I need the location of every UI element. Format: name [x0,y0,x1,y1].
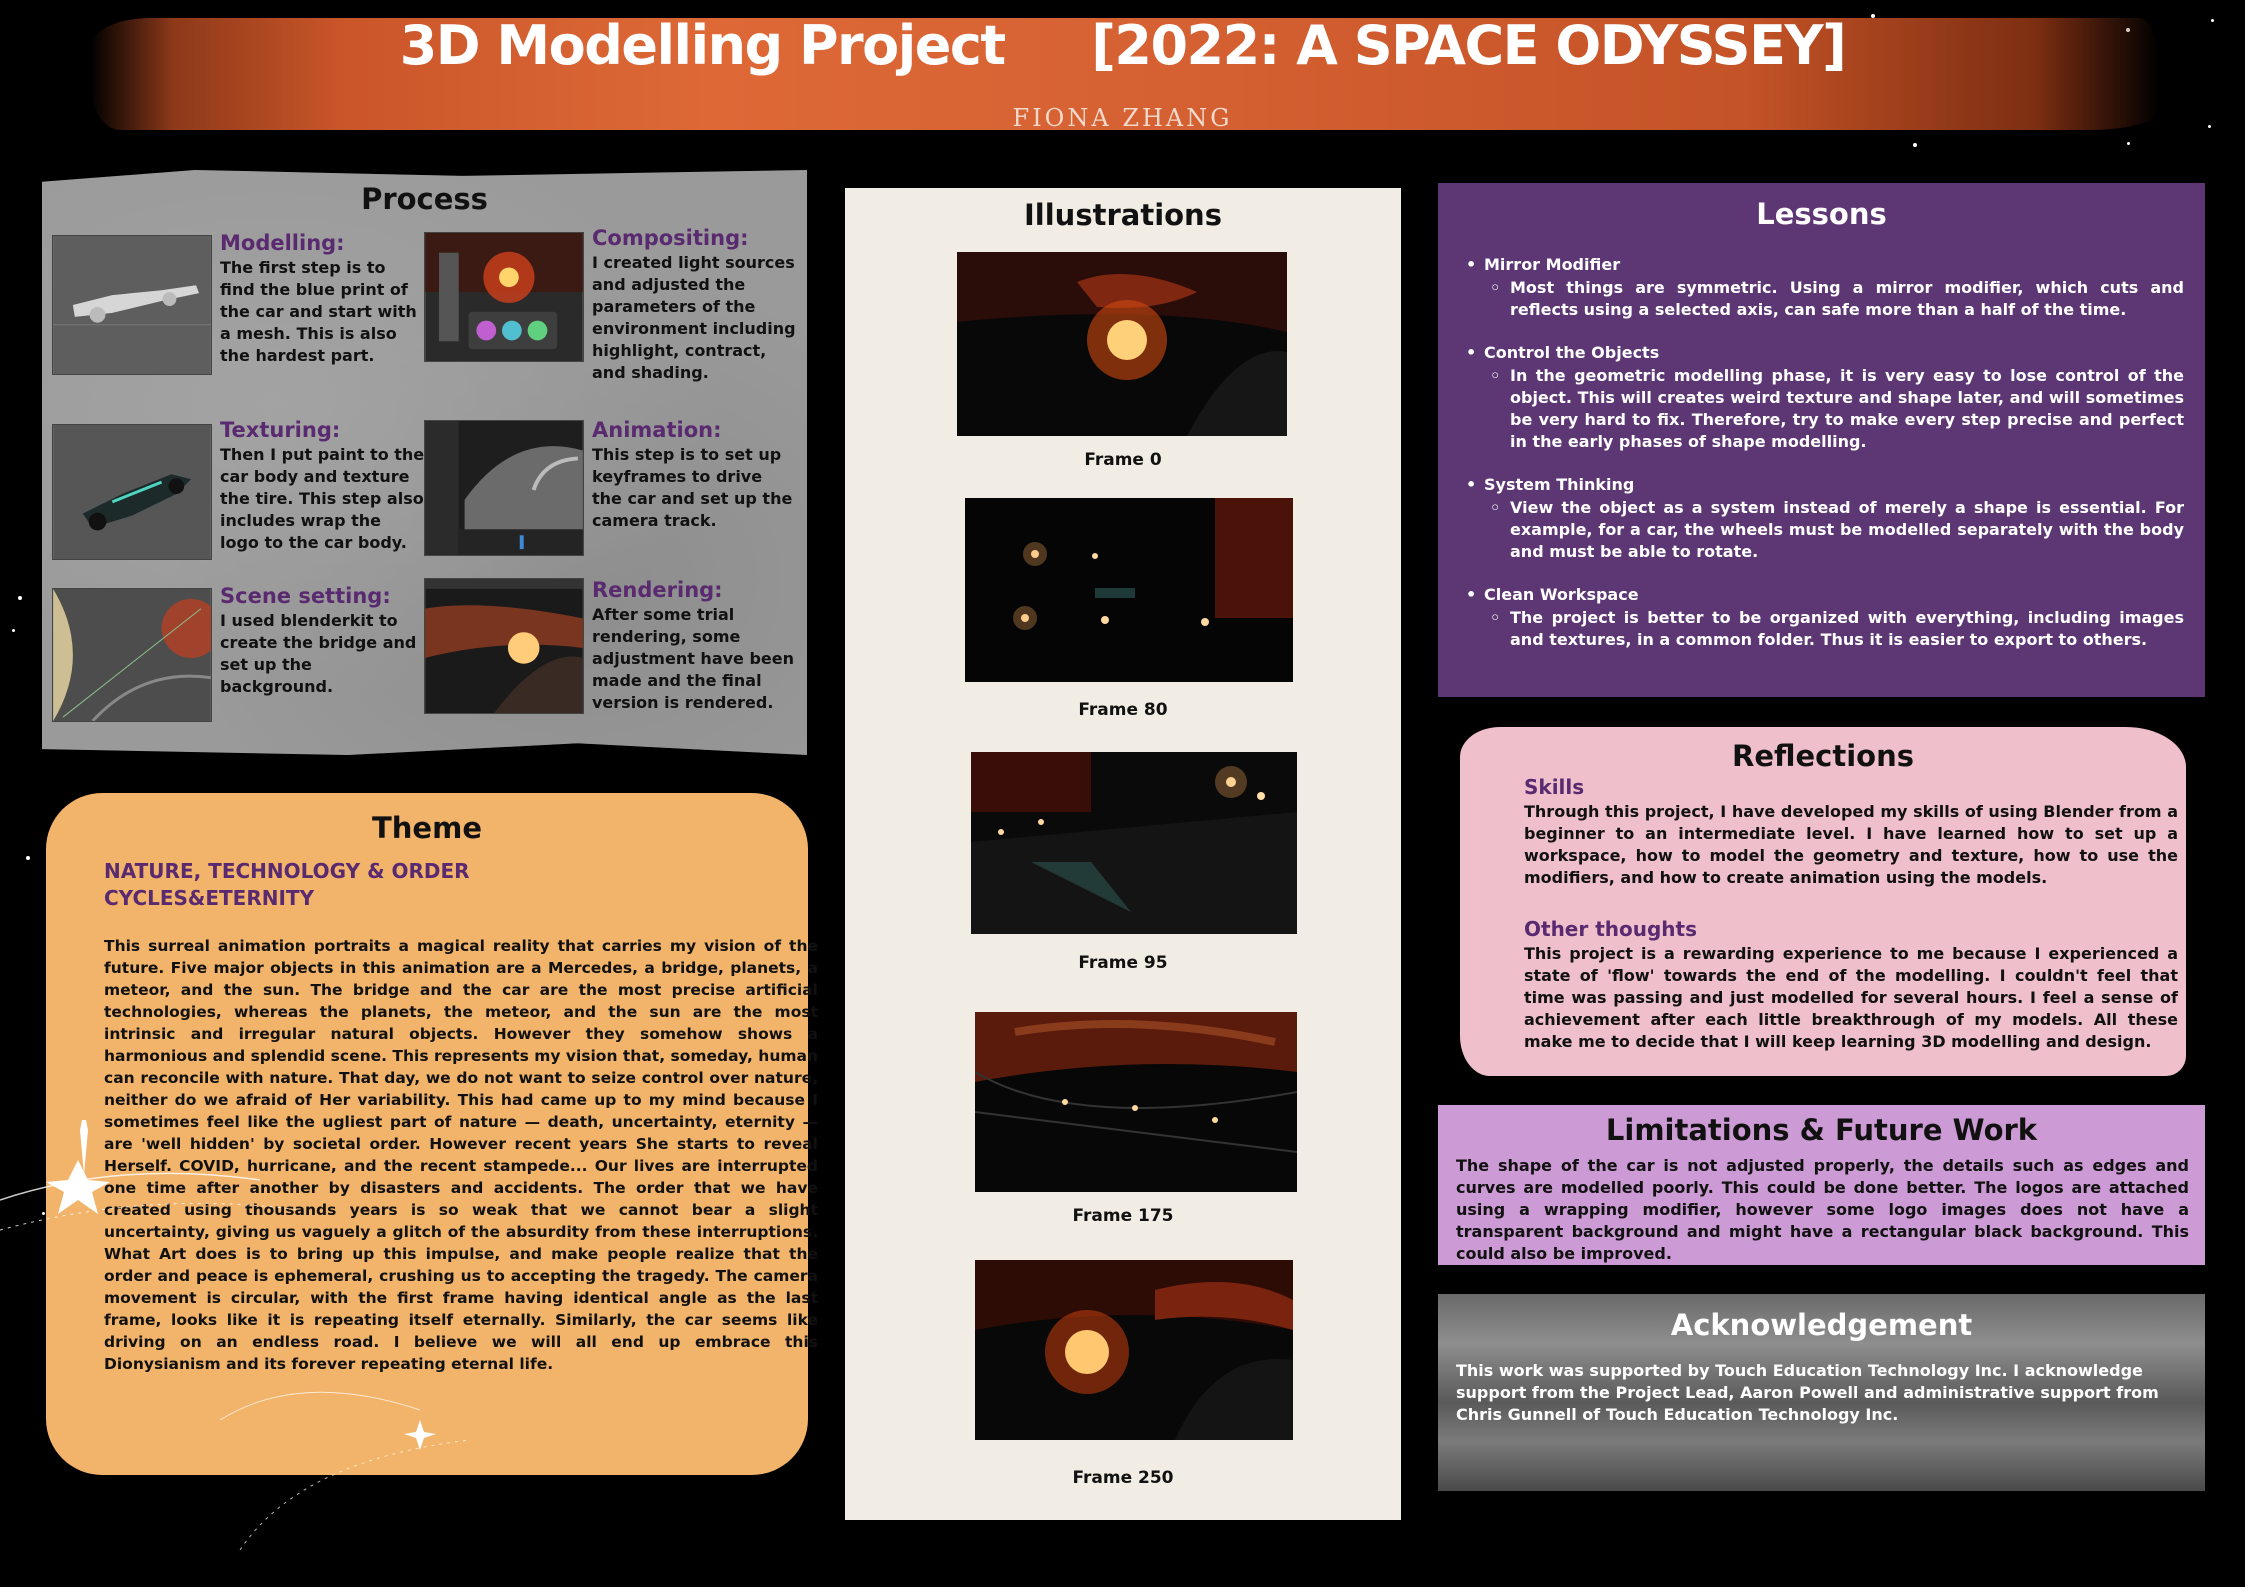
lesson-heading: Control the Objects [1466,343,1659,362]
lessons-title: Lessons [1756,197,1887,231]
step-text: This step is to set up keyframes to driv… [592,445,793,530]
reflections-title: Reflections [1732,739,1914,773]
animation-thumbnail [424,420,584,556]
step-text: Then I put paint to the car body and tex… [220,445,425,552]
step-text: After some trial rendering, some adjustm… [592,605,795,712]
reflection-heading: Other thoughts [1524,917,1697,941]
star-decoration [2127,142,2130,145]
lessons-panel: Lessons Mirror Modifier Most things are … [1438,183,2205,697]
illustrations-panel: Illustrations Frame 0 Frame 80 Frame 95 [845,188,1401,1520]
illustrations-title: Illustrations [1024,198,1222,232]
theme-title: Theme [372,811,482,845]
star-decoration [26,856,30,860]
lesson-text: Most things are symmetric. Using a mirro… [1490,277,2184,321]
sparkle-decoration [0,1120,471,1550]
reflection-text: This project is a rewarding experience t… [1524,944,2178,1051]
star-decoration [12,629,15,632]
limitations-text: The shape of the car is not adjusted pro… [1456,1156,2189,1263]
frame-caption: Frame 0 [1084,450,1162,470]
theme-subtitle: CYCLES&ETERNITY [104,886,315,910]
scene-setting-thumbnail [52,588,212,722]
reflections-panel: Reflections Skills Through this project,… [1460,727,2186,1076]
step-heading: Texturing: [220,418,341,442]
author-name: FIONA ZHANG [1012,104,1233,132]
step-text: The first step is to find the blue print… [220,258,417,365]
theme-subtitle: NATURE, TECHNOLOGY & ORDER [104,859,470,883]
star-decoration [1913,143,1917,147]
step-heading: Animation: [592,418,722,442]
star-decoration [18,596,22,600]
frame-image [975,1260,1293,1440]
step-heading: Scene setting: [220,584,391,608]
step-heading: Rendering: [592,578,723,602]
frame-caption: Frame 80 [1078,700,1168,720]
frame-image [957,252,1287,436]
lesson-heading: Mirror Modifier [1466,255,1620,274]
limitations-title: Limitations & Future Work [1605,1113,2038,1147]
lesson-text: In the geometric modelling phase, it is … [1490,365,2184,453]
step-text: I used blenderkit to create the bridge a… [220,611,417,696]
rendering-thumbnail [424,578,584,714]
compositing-thumbnail [424,232,584,362]
reflection-heading: Skills [1524,775,1585,799]
frame-image [971,752,1297,934]
acknowledgement-title: Acknowledgement [1670,1308,1973,1342]
frame-caption: Frame 95 [1078,953,1168,973]
step-text: I created light sources and adjusted the… [592,253,796,382]
step-heading: Compositing: [592,226,749,250]
reflection-text: Through this project, I have developed m… [1524,802,2178,887]
limitations-panel: Limitations & Future Work The shape of t… [1438,1105,2205,1265]
lesson-heading: Clean Workspace [1466,585,1638,604]
acknowledgement-panel: Acknowledgement This work was supported … [1438,1294,2205,1491]
page-title: 3D Modelling Project [2022: A SPACE ODYS… [399,14,1847,77]
acknowledgement-text: This work was supported by Touch Educati… [1456,1361,2159,1424]
frame-caption: Frame 175 [1072,1206,1174,1226]
lesson-text: The project is better to be organized wi… [1490,607,2184,651]
modelling-thumbnail [52,235,212,375]
process-panel: Process Modelling: The first step is to … [42,170,807,755]
frame-image [965,498,1293,682]
frame-caption: Frame 250 [1072,1468,1174,1488]
lesson-text: View the object as a system instead of m… [1490,497,2184,563]
lesson-heading: System Thinking [1466,475,1634,494]
frame-image [975,1012,1297,1192]
process-title: Process [361,182,488,216]
texturing-thumbnail [52,424,212,560]
step-heading: Modelling: [220,231,345,255]
